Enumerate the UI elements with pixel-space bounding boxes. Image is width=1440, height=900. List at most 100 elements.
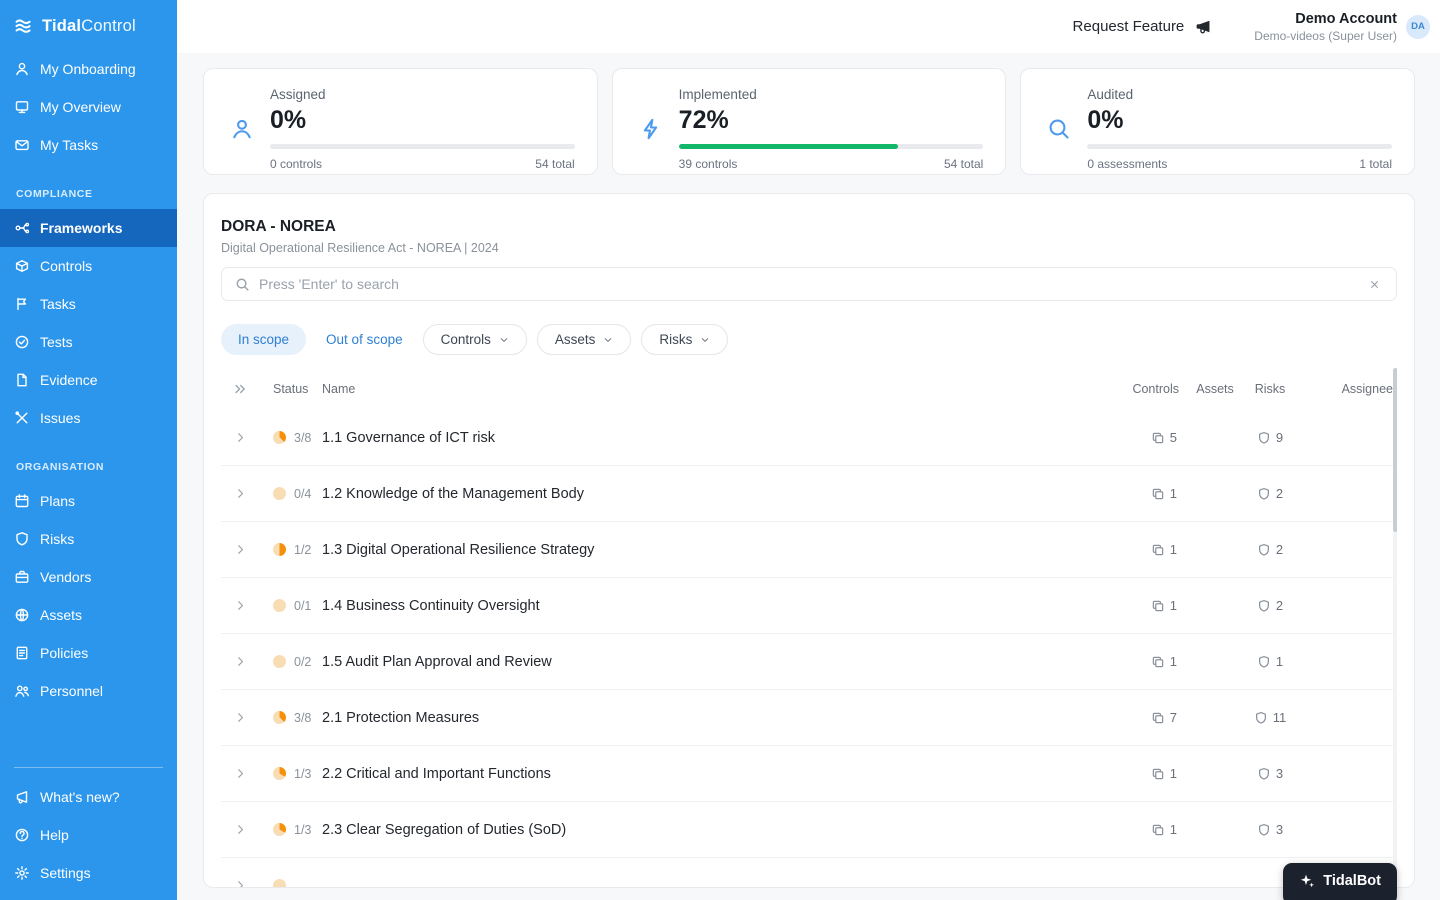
sidebar: TidalControl My OnboardingMy Overview My … [0,0,177,900]
search-input[interactable] [259,276,1357,292]
copy-icon [1151,431,1165,445]
sidebar-item-evidence[interactable]: Evidence [0,361,177,399]
sidebar-item-label: Tasks [40,296,76,312]
sidebar-item-label: My Tasks [40,137,98,153]
copy-icon [1151,487,1165,501]
chevron-right-icon [234,711,247,724]
sidebar-item-assets[interactable]: Assets [0,596,177,634]
stat-total: 1 total [1359,157,1392,171]
sidebar-item-tasks[interactable]: Tasks [0,285,177,323]
sidebar-item-risks[interactable]: Risks [0,520,177,558]
sidebar-item-policies[interactable]: Policies [0,634,177,672]
sidebar-item-label: What's new? [40,789,120,805]
table-row[interactable]: 3/81.1 Governance of ICT risk59 [221,410,1397,466]
column-assets: Assets [1189,382,1241,396]
document-icon [14,372,30,388]
logo-text: TidalControl [42,17,136,36]
chevron-right-icon [234,655,247,668]
status-donut-icon [273,879,286,887]
risks-count: 3 [1276,766,1283,781]
sidebar-item-my-overview[interactable]: My Overview [0,88,177,126]
sidebar-item-my-onboarding[interactable]: My Onboarding [0,50,177,88]
table-row[interactable]: 1/32.3 Clear Segregation of Duties (SoD)… [221,802,1397,858]
filter-dropdown-risks[interactable]: Risks [641,324,728,355]
sidebar-item-issues[interactable]: Issues [0,399,177,437]
sidebar-item-label: Controls [40,258,92,274]
expand-all-icon[interactable] [233,382,247,396]
sidebar-item-controls[interactable]: Controls [0,247,177,285]
tab-out-of-scope[interactable]: Out of scope [316,324,413,355]
control-name: 1.1 Governance of ICT risk [319,430,1127,446]
chevron-right-icon [234,487,247,500]
stat-percent: 0% [1087,106,1392,135]
filter-dropdown-assets[interactable]: Assets [537,324,632,355]
sidebar-item-label: Risks [40,531,74,547]
controls-count: 1 [1170,486,1177,501]
sidebar-item-my-tasks[interactable]: My Tasks [0,126,177,164]
account-name: Demo Account [1254,11,1397,27]
status-fraction: 1/2 [294,543,311,557]
status-fraction: 3/8 [294,431,311,445]
copy-icon [1151,767,1165,781]
sidebar-item-label: Evidence [40,372,98,388]
table-header: Status Name Controls Assets Risks Assign… [221,368,1397,410]
sidebar-nav-footer: What's new? HelpSettings [0,778,177,900]
account-menu[interactable]: Demo Account Demo-videos (Super User) DA [1254,11,1430,43]
sidebar-divider [14,767,163,768]
sidebar-spacer [0,710,177,757]
shield-icon [1254,711,1268,725]
scrollbar-thumb[interactable] [1393,368,1397,532]
risks-count: 1 [1276,654,1283,669]
controls-count: 7 [1170,710,1177,725]
sidebar-item-vendors[interactable]: Vendors [0,558,177,596]
search-icon [1047,117,1071,141]
table-row[interactable]: 1/32.2 Critical and Important Functions1… [221,746,1397,802]
table-row[interactable]: 3/82.1 Protection Measures711 [221,690,1397,746]
status-donut-icon [273,599,286,612]
sidebar-item-settings[interactable]: Settings [0,854,177,892]
stat-title: Implemented [679,87,984,102]
sidebar-item-tests[interactable]: Tests [0,323,177,361]
sidebar-item-label: Policies [40,645,88,661]
chevron-down-icon [700,335,710,345]
chevron-right-icon [234,767,247,780]
control-name: 1.4 Business Continuity Oversight [319,598,1127,614]
filter-dropdown-controls[interactable]: Controls [423,324,527,355]
table-row[interactable]: 0/11.4 Business Continuity Oversight12 [221,578,1397,634]
shield-icon [1257,599,1271,613]
request-feature-button[interactable]: Request Feature [1073,18,1213,35]
avatar[interactable]: DA [1406,15,1430,39]
sidebar-item-plans[interactable]: Plans [0,482,177,520]
table-row[interactable]: 0/21.5 Audit Plan Approval and Review11 [221,634,1397,690]
sidebar-item-frameworks[interactable]: Frameworks [0,209,177,247]
chevron-right-icon [234,431,247,444]
framework-card: DORA - NOREA Digital Operational Resilie… [203,193,1415,888]
risks-count: 2 [1276,486,1283,501]
calendar-icon [14,493,30,509]
stat-percent: 0% [270,106,575,135]
status-donut-icon [273,487,286,500]
mail-icon [14,137,30,153]
sidebar-item-label: Issues [40,410,80,426]
sidebar-item-help[interactable]: Help [0,816,177,854]
table-row[interactable] [221,858,1397,887]
tab-in-scope[interactable]: In scope [221,324,306,355]
clear-search-button[interactable] [1366,276,1383,293]
tidalbot-button[interactable]: TidalBot [1283,863,1397,900]
chevron-right-icon [234,599,247,612]
logo[interactable]: TidalControl [0,0,177,50]
tidalbot-label: TidalBot [1323,873,1381,889]
sidebar-section-compliance: COMPLIANCEFrameworksControlsTasksTestsEv… [0,164,177,437]
stat-cards: Assigned0%0 controls54 totalImplemented7… [203,68,1415,175]
sparkles-icon [1299,873,1315,889]
copy-icon [1151,655,1165,669]
progress-bar [679,144,984,149]
copy-icon [1151,711,1165,725]
sidebar-item-what-s-new[interactable]: What's new? [0,778,177,816]
status-fraction: 3/8 [294,711,311,725]
sidebar-item-personnel[interactable]: Personnel [0,672,177,710]
table-row[interactable]: 1/21.3 Digital Operational Resilience St… [221,522,1397,578]
status-fraction: 1/3 [294,767,311,781]
sidebar-item-label: Tests [40,334,73,350]
table-row[interactable]: 0/41.2 Knowledge of the Management Body1… [221,466,1397,522]
